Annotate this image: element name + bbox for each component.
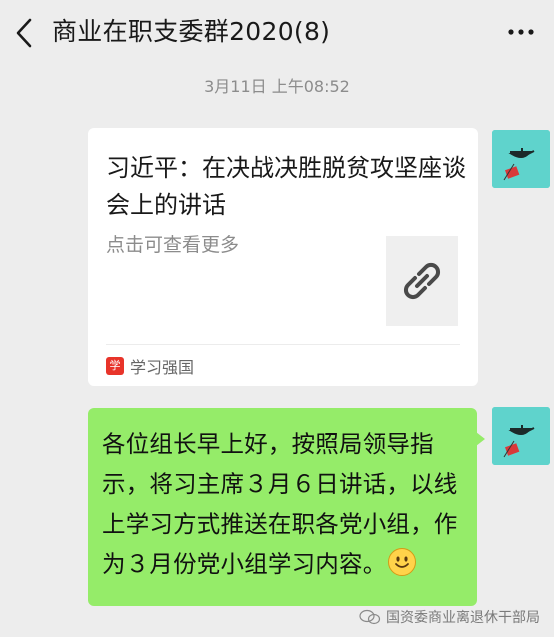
avatar[interactable] — [492, 407, 550, 465]
chat-title: 商业在职支委群2020(8) — [52, 17, 331, 46]
link-icon — [403, 262, 441, 300]
link-source: 学 学习强国 — [106, 355, 194, 377]
avatar-image — [492, 407, 550, 465]
link-card-message[interactable]: 习近平：在决战决胜脱贫攻坚座谈会上的讲话 点击可查看更多 学 学习强国 — [88, 128, 478, 386]
watermark-text: 国资委商业离退休干部局 — [386, 610, 540, 626]
link-source-name: 学习强国 — [130, 358, 195, 377]
message-text-container: 各位组长早上好，按照局领导指示，将习主席３月６日讲话，以线上学习方式推送在职各党… — [102, 424, 470, 584]
chevron-left-icon — [16, 18, 32, 48]
more-dots-icon — [508, 29, 534, 35]
top-bar: 商业在职支委群2020(8) — [0, 0, 554, 66]
avatar[interactable] — [492, 130, 550, 188]
card-divider — [106, 344, 460, 345]
bubble-tail — [476, 432, 485, 446]
more-button[interactable] — [506, 22, 536, 42]
link-card-title: 习近平：在决战决胜脱贫攻坚座谈会上的讲话 — [106, 154, 466, 219]
avatar-image — [492, 130, 550, 188]
link-thumbnail — [386, 236, 458, 326]
xuexi-logo-icon: 学 — [106, 357, 124, 375]
watermark: 国资委商业离退休干部局 — [359, 607, 540, 627]
link-card-description: 点击可查看更多 — [106, 234, 240, 256]
text-message-bubble[interactable]: 各位组长早上好，按照局领导指示，将习主席３月６日讲话，以线上学习方式推送在职各党… — [88, 408, 477, 606]
smiley-emoji-icon — [388, 548, 417, 576]
back-button[interactable] — [12, 14, 42, 52]
wechat-channel-icon — [359, 609, 381, 625]
message-timestamp: 3月11日 上午08:52 — [204, 77, 350, 96]
